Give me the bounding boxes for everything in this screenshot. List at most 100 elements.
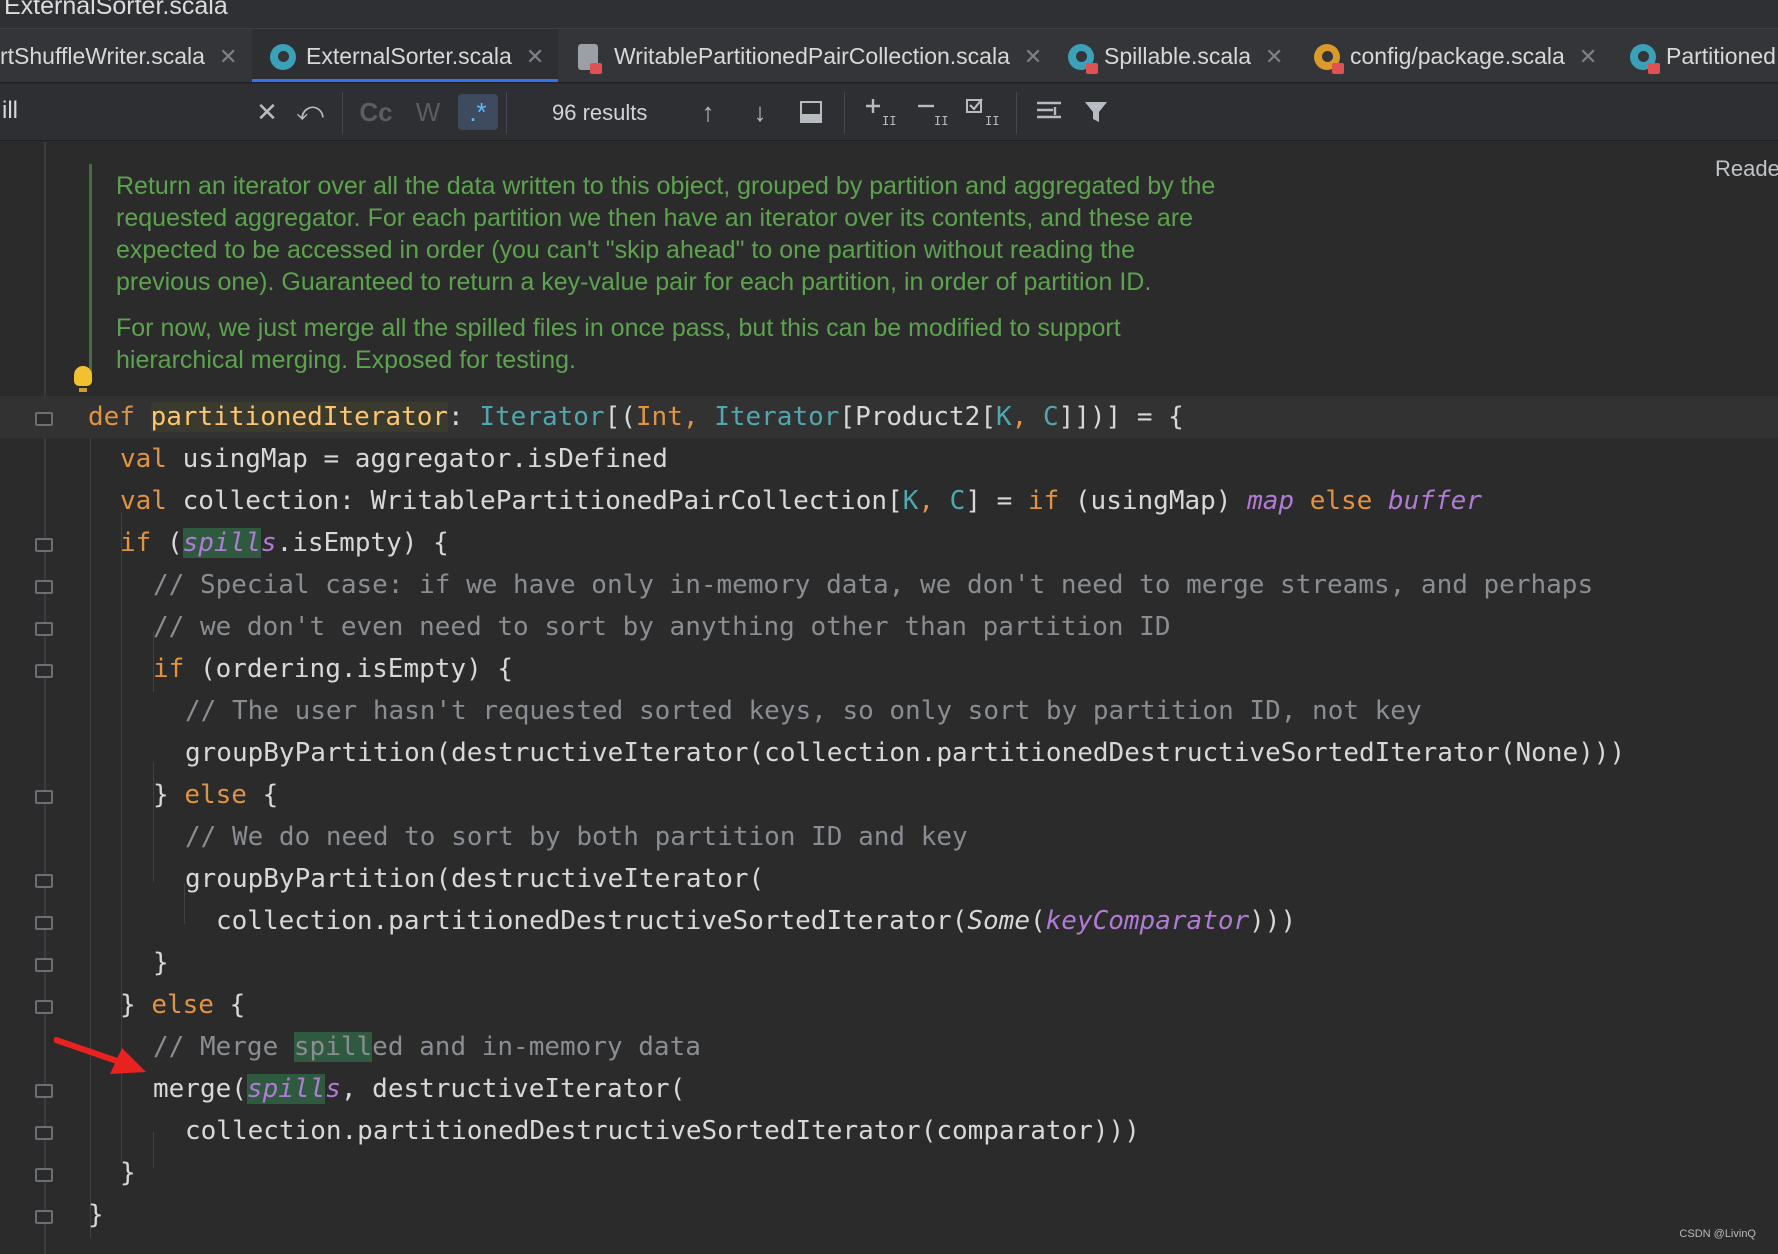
select-all-occurrences-icon[interactable] bbox=[796, 94, 826, 130]
tab-spillable[interactable]: Spillable.scala ✕ bbox=[1068, 29, 1290, 82]
select-all-matches-icon[interactable]: II bbox=[964, 94, 1000, 130]
code-token: collection.partitionedDestructiveSortedI… bbox=[216, 906, 968, 936]
fold-icon[interactable] bbox=[35, 412, 53, 426]
type-param: K bbox=[902, 486, 919, 516]
keyword: else bbox=[151, 990, 214, 1020]
svg-text:II: II bbox=[882, 114, 896, 127]
lightbulb-icon[interactable] bbox=[74, 366, 92, 392]
filter-icon[interactable] bbox=[1080, 94, 1112, 130]
fold-icon[interactable] bbox=[35, 1168, 53, 1182]
code-line: if (spills.isEmpty) { bbox=[120, 522, 449, 564]
code-comment: // The user hasn't requested sorted keys… bbox=[185, 696, 1422, 726]
code-token: , bbox=[1011, 402, 1043, 432]
code-token: // Merge bbox=[153, 1032, 294, 1062]
fold-icon[interactable] bbox=[35, 1000, 53, 1014]
scala-file-icon bbox=[1068, 43, 1098, 74]
tab-config-package[interactable]: config/package.scala ✕ bbox=[1314, 29, 1597, 82]
code-token: ] = bbox=[965, 486, 1028, 516]
fold-icon[interactable] bbox=[35, 790, 53, 804]
code-editor[interactable]: Return an iterator over all the data wri… bbox=[0, 142, 1778, 1254]
code-line: val collection: WritablePartitionedPairC… bbox=[120, 480, 1482, 522]
code-line: } else { bbox=[153, 774, 278, 816]
match-case-toggle[interactable]: Cc bbox=[356, 94, 396, 130]
code-line: } bbox=[120, 1158, 136, 1188]
field-name: keyComparator bbox=[1045, 906, 1250, 936]
window-title-bar: ExternalSorter.scala bbox=[0, 0, 1778, 28]
code-comment: // we don't even need to sort by anythin… bbox=[153, 612, 1171, 642]
indent-guide bbox=[153, 1132, 154, 1168]
remove-occurrence-icon[interactable]: II bbox=[914, 94, 950, 130]
fold-icon[interactable] bbox=[35, 538, 53, 552]
fold-icon[interactable] bbox=[35, 958, 53, 972]
tab-label: rtShuffleWriter.scala bbox=[0, 43, 205, 69]
tab-writable-collection[interactable]: WritablePartitionedPairCollection.scala … bbox=[574, 29, 1042, 82]
add-occurrence-icon[interactable]: II bbox=[862, 94, 898, 130]
keyword: if bbox=[153, 654, 185, 684]
find-bar: ill ✕ ⤺ Cc W .* 96 results ↑ ↓ II II II bbox=[0, 84, 1778, 141]
divider bbox=[844, 92, 845, 134]
code-token: ed and in-memory data bbox=[372, 1032, 701, 1062]
type-name: Iterator bbox=[714, 402, 840, 432]
lock-icon bbox=[590, 62, 602, 74]
fold-icon[interactable] bbox=[35, 664, 53, 678]
code-line: merge(spills, destructiveIterator( bbox=[153, 1068, 685, 1110]
code-token: } bbox=[120, 990, 152, 1020]
search-results-count: 96 results bbox=[552, 100, 648, 125]
search-input[interactable]: ill bbox=[0, 84, 340, 140]
fold-icon[interactable] bbox=[35, 874, 53, 888]
fold-icon[interactable] bbox=[35, 1210, 53, 1224]
annotation-arrow-icon bbox=[54, 1037, 146, 1074]
previous-occurrence-icon[interactable]: ↑ bbox=[694, 94, 722, 130]
fold-icon[interactable] bbox=[35, 622, 53, 636]
svg-text:II: II bbox=[985, 114, 999, 127]
code-token: (usingMap) bbox=[1059, 486, 1248, 516]
editor-tab-bar: rtShuffleWriter.scala ✕ ExternalSorter.s… bbox=[0, 28, 1778, 83]
filter-settings-icon[interactable] bbox=[1032, 94, 1066, 130]
type-name: Product2 bbox=[855, 402, 981, 432]
next-occurrence-icon[interactable]: ↓ bbox=[746, 94, 774, 130]
code-token: usingMap = aggregator.isDefined bbox=[166, 444, 668, 474]
fold-icon[interactable] bbox=[35, 916, 53, 930]
search-match-highlight: spill bbox=[246, 1074, 326, 1104]
tab-external-sorter[interactable]: ExternalSorter.scala ✕ bbox=[252, 29, 558, 82]
close-icon[interactable]: ✕ bbox=[1579, 44, 1597, 70]
fold-icon[interactable] bbox=[35, 1084, 53, 1098]
field-name: buffer bbox=[1388, 486, 1482, 516]
code-token: { bbox=[213, 990, 246, 1020]
words-toggle[interactable]: W bbox=[410, 94, 446, 130]
tab-label: WritablePartitionedPairCollection.scala bbox=[614, 43, 1010, 69]
tab-partitioned[interactable]: Partitioned bbox=[1630, 29, 1778, 82]
code-line: if (ordering.isEmpty) { bbox=[153, 648, 513, 690]
lock-icon bbox=[1648, 62, 1660, 74]
close-icon[interactable]: ✕ bbox=[526, 44, 544, 70]
keyword: val bbox=[120, 444, 167, 474]
close-icon[interactable]: ✕ bbox=[1265, 44, 1283, 70]
tab-label: Spillable.scala bbox=[1104, 43, 1252, 69]
clear-icon[interactable]: ✕ bbox=[254, 94, 280, 130]
type-param: C bbox=[1042, 402, 1059, 432]
keyword: if bbox=[120, 528, 152, 558]
tab-shuffle-writer[interactable]: rtShuffleWriter.scala ✕ bbox=[0, 29, 248, 82]
scala-file-icon bbox=[270, 43, 296, 70]
code-line: collection.partitionedDestructiveSortedI… bbox=[216, 900, 1296, 942]
fold-icon[interactable] bbox=[35, 580, 53, 594]
code-token: ( bbox=[151, 528, 183, 558]
keyword: if bbox=[1027, 486, 1060, 516]
code-line: } bbox=[88, 1200, 104, 1230]
close-icon[interactable]: ✕ bbox=[1024, 44, 1042, 70]
trait-file-icon bbox=[578, 43, 602, 74]
reader-mode-button[interactable]: Reade bbox=[1715, 156, 1778, 182]
code-token: { bbox=[246, 780, 279, 810]
code-line: groupByPartition(destructiveIterator(col… bbox=[185, 738, 1626, 768]
close-icon[interactable]: ✕ bbox=[219, 44, 237, 70]
new-line-icon[interactable]: ⤺ bbox=[294, 94, 326, 130]
code-comment: // We do need to sort by both partition … bbox=[185, 822, 968, 852]
divider bbox=[506, 92, 507, 134]
code-line: collection.partitionedDestructiveSortedI… bbox=[185, 1116, 1140, 1146]
code-token: .isEmpty) { bbox=[276, 528, 449, 558]
code-line: } else { bbox=[120, 984, 245, 1026]
fold-icon[interactable] bbox=[35, 1126, 53, 1140]
regex-toggle[interactable]: .* bbox=[458, 94, 498, 130]
